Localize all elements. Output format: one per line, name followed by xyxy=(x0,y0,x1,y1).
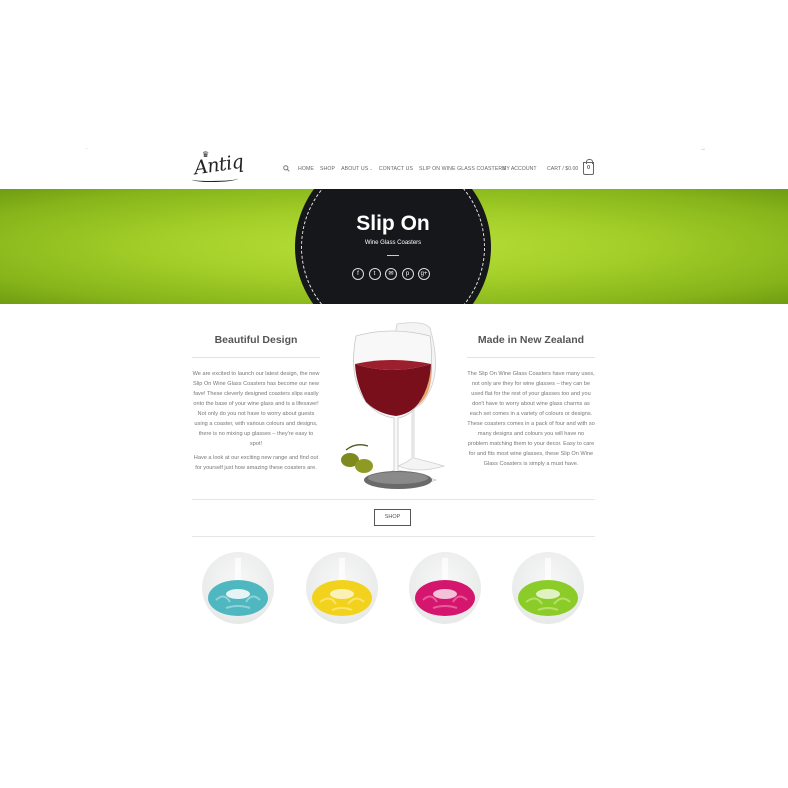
coaster-green-graphic xyxy=(518,558,578,616)
pinterest-icon[interactable]: p xyxy=(401,268,414,280)
logo-swash xyxy=(192,176,238,182)
nav-shop[interactable]: SHOP xyxy=(320,166,335,172)
coaster-teal-graphic xyxy=(208,558,268,616)
nav-slip-on-coasters[interactable]: SLIP ON WINE GLASS COASTERS xyxy=(419,166,506,172)
wine-glasses-image xyxy=(341,322,446,489)
google-plus-icon[interactable]: g+ xyxy=(418,268,430,280)
beautiful-design-heading: Beautiful Design xyxy=(214,334,298,346)
left-heading-rule xyxy=(192,357,320,358)
nav-about-us-label: ABOUT US xyxy=(341,166,369,172)
beautiful-design-paragraph-2: Have a look at our exciting new range an… xyxy=(193,455,319,471)
made-in-nz-heading: Made in New Zealand xyxy=(477,334,585,346)
hero-dashed-ring xyxy=(301,189,485,304)
made-in-nz-paragraph: The Slip On Wine Glass Coasters have man… xyxy=(467,371,595,467)
product-coaster-teal[interactable] xyxy=(202,552,274,624)
facebook-icon[interactable]: f xyxy=(352,268,364,280)
product-coaster-green[interactable] xyxy=(512,552,584,624)
hero-title: Slip On xyxy=(356,212,430,235)
site-header: ♛ Antiq HOME SHOP ABOUT US⌄ CONTACT US S… xyxy=(0,148,788,189)
hero-banner: Slip On Wine Glass Coasters f t ✉ p g+ xyxy=(0,189,788,304)
nav-home[interactable]: HOME xyxy=(298,166,314,172)
shop-button[interactable]: SHOP xyxy=(374,509,411,526)
twitter-icon[interactable]: t xyxy=(368,268,381,280)
cart-count-badge[interactable]: 0 xyxy=(583,159,594,175)
site-logo[interactable]: ♛ Antiq xyxy=(190,150,245,186)
nav-contact-us[interactable]: CONTACT US xyxy=(379,166,413,172)
product-coaster-pink[interactable] xyxy=(409,552,481,624)
search-icon[interactable] xyxy=(283,164,290,174)
product-coaster-yellow[interactable] xyxy=(306,552,378,624)
right-heading-rule xyxy=(467,357,595,358)
beautiful-design-paragraph-1: We are excited to launch our latest desi… xyxy=(192,371,320,447)
cart-link[interactable]: CART / $0.00 xyxy=(547,166,578,172)
section-divider-top xyxy=(192,499,595,500)
coaster-yellow-graphic xyxy=(312,558,372,616)
nav-about-us[interactable]: ABOUT US⌄ xyxy=(341,166,373,172)
main-nav: HOME SHOP ABOUT US⌄ CONTACT US SLIP ON W… xyxy=(283,164,512,174)
email-icon[interactable]: ✉ xyxy=(385,268,397,280)
hero-subtitle: Wine Glass Coasters xyxy=(364,240,422,246)
section-divider-bottom xyxy=(192,536,595,537)
social-share-row: f t ✉ p g+ xyxy=(352,268,435,280)
coaster-pink-graphic xyxy=(415,558,475,616)
my-account-link[interactable]: MY ACCOUNT xyxy=(502,166,537,172)
chevron-down-icon: ⌄ xyxy=(369,166,373,171)
hero-circle: Slip On Wine Glass Coasters f t ✉ p g+ xyxy=(295,189,491,304)
hero-divider xyxy=(387,255,399,256)
